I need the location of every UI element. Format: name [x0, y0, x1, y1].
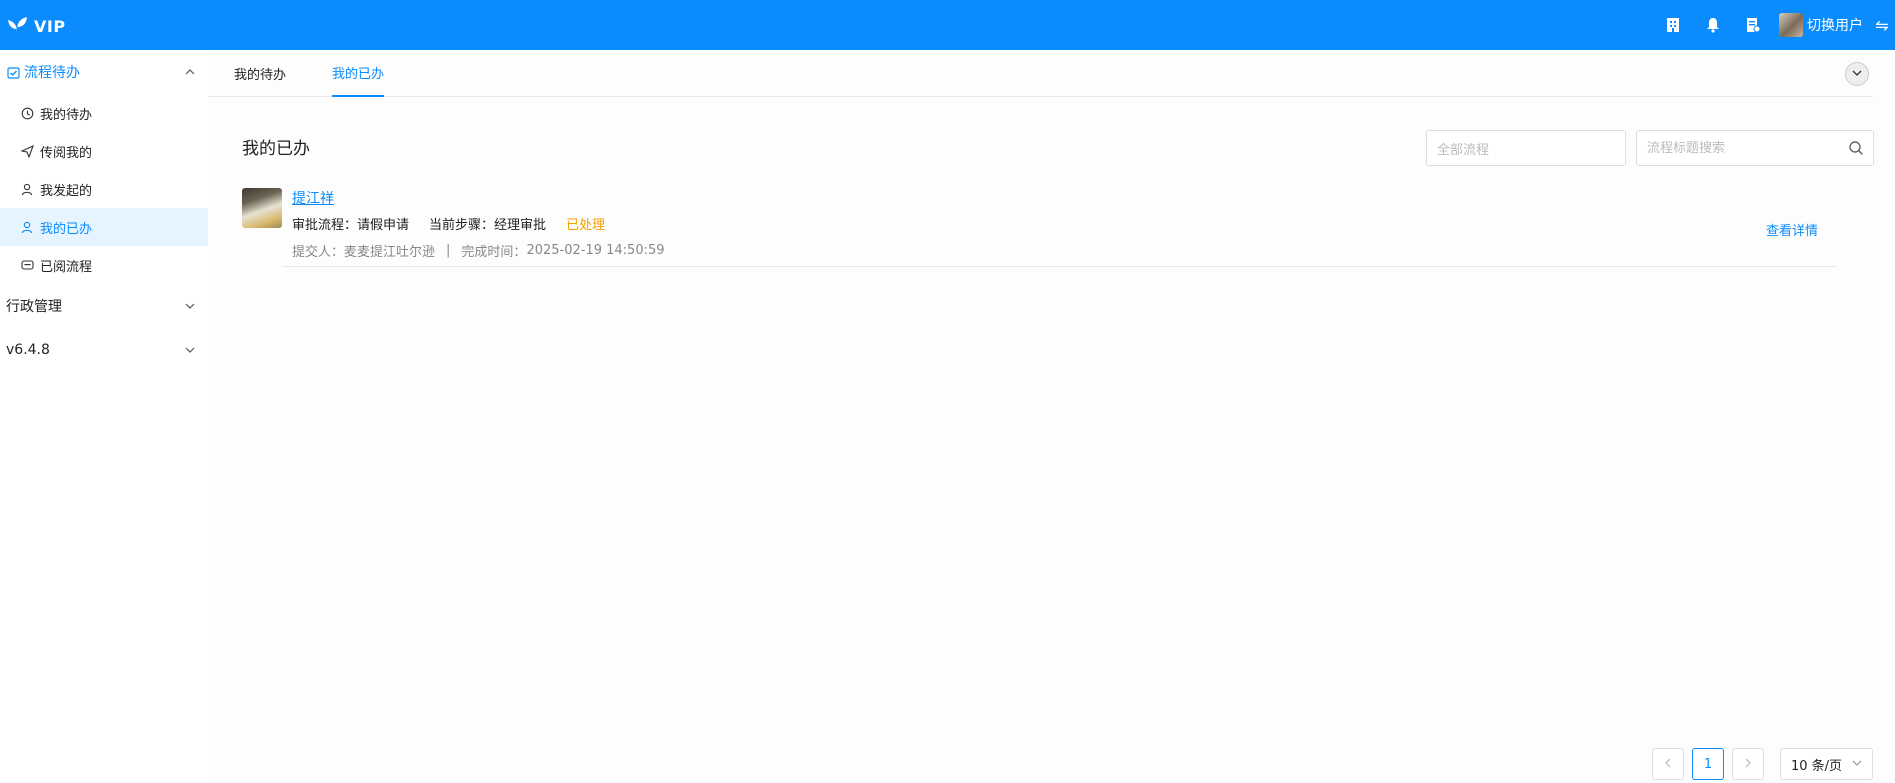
user-switch-menu[interactable]: 切换用户 — [1773, 0, 1869, 50]
chevron-right-icon — [1743, 757, 1753, 772]
task-title-link[interactable]: 提江祥 — [292, 188, 334, 208]
page-button-current[interactable]: 1 — [1692, 748, 1724, 780]
next-page-button[interactable] — [1732, 748, 1764, 780]
main-content: 我的待办 我的已办 我的已办 全部流程 提江祥 审批流程： 请假申请 当前步骤：… — [208, 50, 1895, 783]
clock-icon — [20, 106, 34, 120]
submitter-value: 麦麦提江吐尔逊 — [344, 245, 436, 260]
list-item: 提江祥 审批流程： 请假申请 当前步骤： 经理审批 已处理 提交人： 麦麦提江吐… — [242, 188, 1842, 318]
page-size-select[interactable]: 10 条/页 — [1780, 748, 1873, 780]
leaf-logo-icon — [6, 14, 28, 38]
document-icon[interactable] — [1733, 0, 1773, 50]
bell-icon[interactable] — [1693, 0, 1733, 50]
tab-my-done[interactable]: 我的已办 — [332, 50, 385, 97]
filter-placeholder: 全部流程 — [1437, 142, 1490, 158]
step-value: 经理审批 — [494, 218, 547, 233]
user-avatar — [1779, 13, 1803, 37]
app-logo[interactable]: VIP — [6, 14, 66, 38]
sidebar-item-cc-me[interactable]: 传阅我的 — [0, 132, 208, 170]
sidebar-item-label: 我发起的 — [40, 183, 93, 199]
sidebar-item-my-initiated[interactable]: 我发起的 — [0, 170, 208, 208]
menu-group-admin[interactable]: 行政管理 — [0, 284, 208, 328]
finish-time-value: 2025-02-19 14:50:59 — [526, 243, 665, 258]
send-icon — [20, 144, 34, 158]
chevron-down-icon — [1852, 67, 1862, 82]
sidebar: 流程待办 我的待办 传阅我的 我发起的 我的已办 已阅流程 行政管理 v6.4.… — [0, 50, 208, 783]
avatar — [242, 188, 282, 228]
sidebar-item-my-done[interactable]: 我的已办 — [0, 208, 208, 246]
prev-page-button[interactable] — [1652, 748, 1684, 780]
sidebar-item-label: 我的已办 — [40, 221, 93, 237]
user-check-icon — [20, 220, 34, 234]
menu-group-label: v6.4.8 — [6, 342, 50, 358]
step-label: 当前步骤： — [429, 218, 495, 233]
finish-time-label: 完成时间： — [461, 245, 527, 260]
chevron-down-icon — [1852, 757, 1862, 772]
menu-group-label: 行政管理 — [6, 299, 62, 315]
chevron-up-icon — [184, 66, 196, 82]
user-name: 切换用户 — [1807, 18, 1863, 34]
building-icon[interactable] — [1653, 0, 1693, 50]
menu-group-version[interactable]: v6.4.8 — [0, 328, 208, 372]
search-input[interactable] — [1637, 131, 1839, 165]
sidebar-item-label: 已阅流程 — [40, 259, 93, 275]
message-icon — [20, 258, 34, 272]
chevron-left-icon — [1663, 757, 1673, 772]
tab-label: 我的已办 — [332, 67, 385, 82]
sidebar-item-read-process[interactable]: 已阅流程 — [0, 246, 208, 284]
logo-text: VIP — [34, 16, 66, 36]
tabs-dropdown-button[interactable] — [1845, 62, 1869, 86]
page-title: 我的已办 — [242, 139, 310, 159]
sidebar-item-label: 传阅我的 — [40, 145, 93, 161]
tab-my-todo[interactable]: 我的待办 — [234, 50, 286, 97]
divider — [282, 266, 1837, 267]
submitter-label: 提交人： — [292, 245, 345, 260]
tab-label: 我的待办 — [234, 68, 287, 83]
swap-icon[interactable]: ⇋ — [1869, 0, 1895, 50]
menu-group-process-todo[interactable]: 流程待办 — [0, 50, 208, 94]
pagination: 1 10 条/页 — [1652, 748, 1873, 780]
page-size-value: 10 条/页 — [1791, 758, 1843, 774]
view-detail-link[interactable]: 查看详情 — [1766, 220, 1818, 239]
search-box — [1636, 130, 1874, 166]
top-navbar: VIP 切换用户 ⇋ — [0, 0, 1895, 50]
search-icon[interactable] — [1839, 131, 1873, 165]
separator: | — [446, 243, 451, 258]
menu-group-label: 流程待办 — [24, 65, 80, 81]
process-value: 请假申请 — [357, 218, 410, 233]
sidebar-item-my-todo[interactable]: 我的待办 — [0, 94, 208, 132]
tab-bar: 我的待办 我的已办 — [208, 50, 1873, 97]
process-label: 审批流程： — [292, 218, 358, 233]
chevron-down-icon — [184, 344, 196, 360]
user-icon — [20, 182, 34, 196]
process-filter-select[interactable]: 全部流程 — [1426, 130, 1626, 166]
status-badge: 已处理 — [566, 218, 606, 233]
chevron-down-icon — [184, 300, 196, 316]
checkbox-calendar-icon — [6, 65, 20, 79]
sidebar-item-label: 我的待办 — [40, 107, 93, 123]
